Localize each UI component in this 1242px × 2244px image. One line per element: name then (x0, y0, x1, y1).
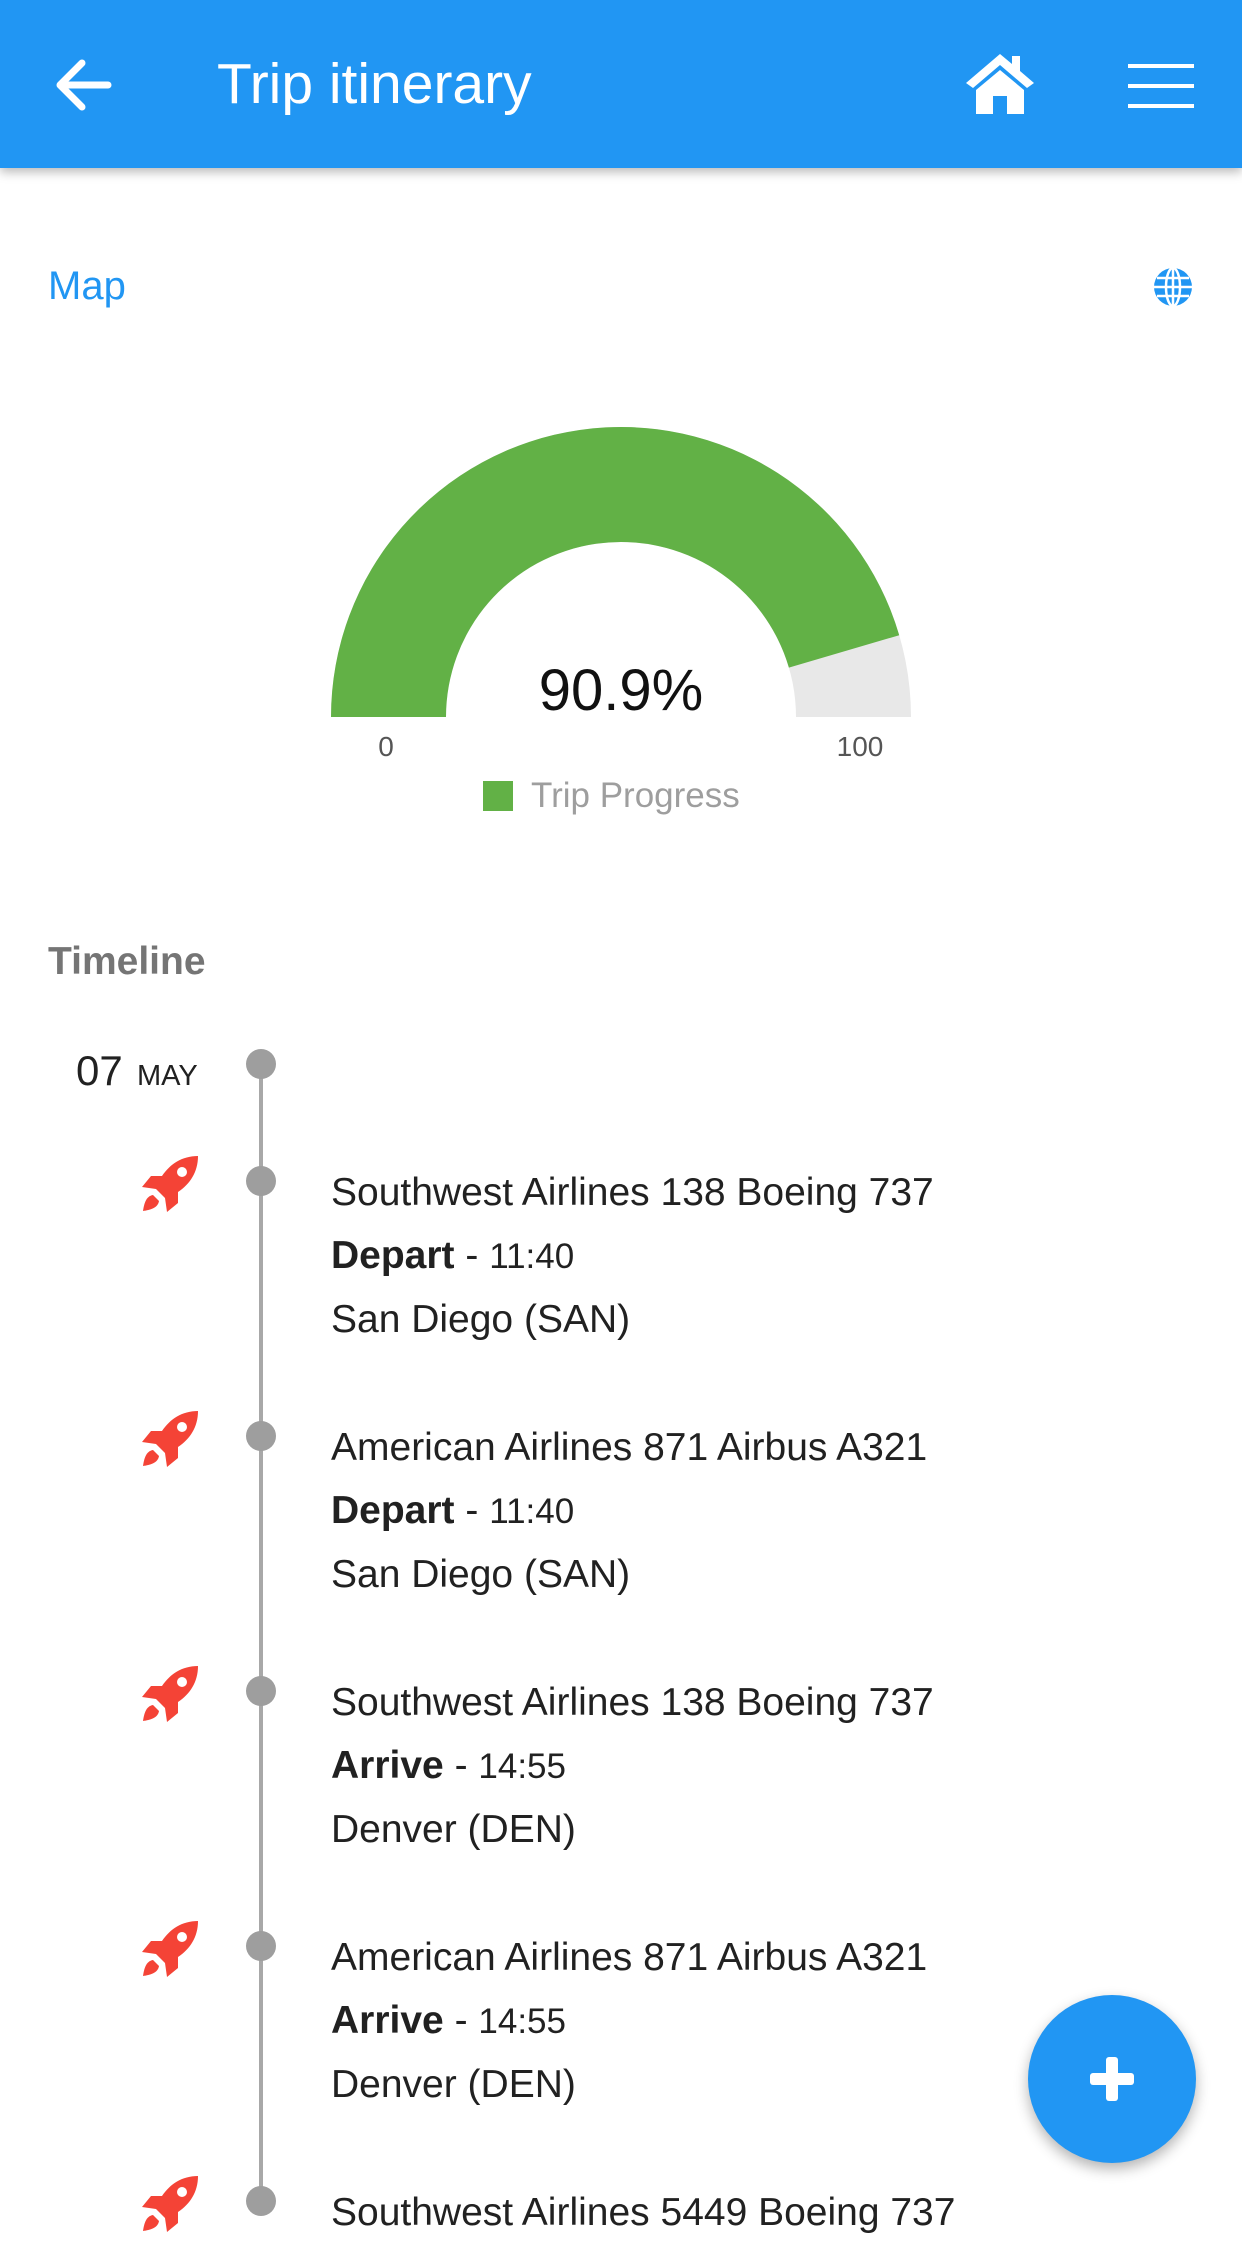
rocket-icon (142, 1156, 198, 1212)
timeline-event[interactable]: Southwest Airlines 5449 Boeing 737 (331, 2181, 1211, 2244)
event-place: Denver (DEN) (331, 1808, 576, 1851)
timeline-event-dot (246, 2186, 276, 2216)
app-bar: Trip itinerary (0, 0, 1242, 168)
timeline-event-dot (246, 1676, 276, 1706)
event-time: 14:55 (478, 2002, 566, 2041)
gauge-value: 90.9% (538, 658, 704, 723)
timeline-event-dot (246, 1931, 276, 1961)
timeline-event-dot (246, 1166, 276, 1196)
event-flight: Southwest Airlines 138 Boeing 737 (331, 1171, 934, 1214)
add-button[interactable] (1028, 1995, 1196, 2163)
map-link[interactable]: Map (48, 262, 126, 310)
event-flight: Southwest Airlines 138 Boeing 737 (331, 1681, 934, 1724)
menu-icon[interactable] (1128, 62, 1194, 110)
timeline-date-dot (246, 1049, 276, 1079)
gauge-legend: Trip Progress (483, 773, 740, 819)
rocket-icon (142, 2176, 198, 2232)
page-title: Trip itinerary (217, 52, 532, 116)
event-place: San Diego (SAN) (331, 1298, 631, 1341)
timeline-date-month: MAY (137, 1060, 198, 1092)
gauge-min-label: 0 (378, 731, 394, 762)
legend-swatch (483, 781, 513, 811)
event-action: Arrive (331, 1744, 444, 1787)
timeline-event[interactable]: Southwest Airlines 138 Boeing 737 Arrive… (331, 1671, 1211, 1861)
event-time: 14:55 (478, 1747, 566, 1786)
event-action: Arrive (331, 1999, 444, 2042)
event-flight: Southwest Airlines 5449 Boeing 737 (331, 2191, 956, 2234)
globe-icon[interactable] (1152, 266, 1194, 308)
event-flight: American Airlines 871 Airbus A321 (331, 1936, 928, 1979)
timeline-event[interactable]: American Airlines 871 Airbus A321 Depart… (331, 1416, 1211, 1606)
timeline-line (259, 1063, 263, 2208)
legend-label: Trip Progress (531, 776, 740, 815)
timeline-event-dot (246, 1421, 276, 1451)
rocket-icon (142, 1411, 198, 1467)
gauge-max-label: 100 (836, 731, 884, 762)
event-flight: American Airlines 871 Airbus A321 (331, 1426, 928, 1469)
arrow-left-icon[interactable] (48, 50, 118, 120)
plus-icon (1090, 2057, 1134, 2101)
event-place: San Diego (SAN) (331, 1553, 631, 1596)
timeline-header: Timeline (48, 940, 206, 983)
event-action: Depart (331, 1234, 455, 1277)
event-action: Depart (331, 1489, 455, 1532)
event-time: 11:40 (489, 1237, 575, 1276)
rocket-icon (142, 1921, 198, 1977)
rocket-icon (142, 1666, 198, 1722)
timeline-date-day: 07 (76, 1047, 123, 1094)
home-icon[interactable] (962, 50, 1038, 118)
timeline-event[interactable]: Southwest Airlines 138 Boeing 737 Depart… (331, 1161, 1211, 1351)
event-time: 11:40 (489, 1492, 575, 1531)
